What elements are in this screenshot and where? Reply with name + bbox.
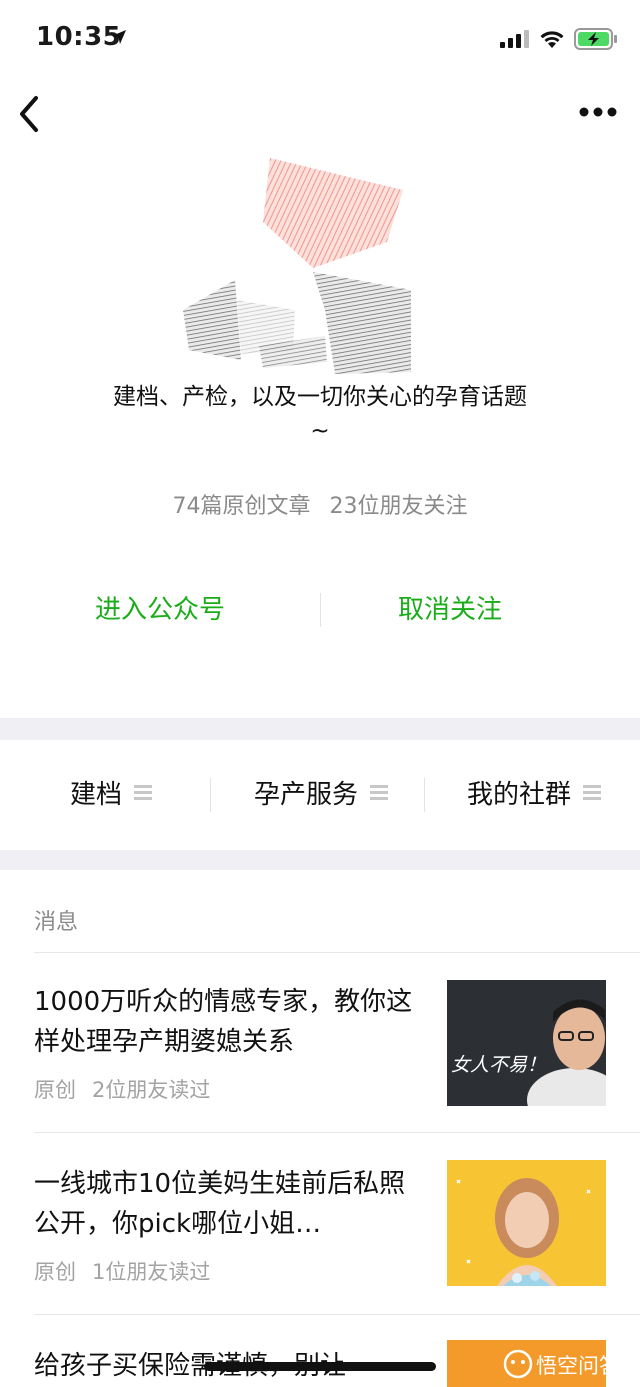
menu-item-label: 我的社群 [467,780,572,810]
menu-divider [210,778,211,812]
watermark-text: 悟空问答 [536,1354,620,1378]
messages-section: 消息 1000万听众的情感专家，教你这样处理孕产期婆媳关系 原创 2位朋友读过 女… [0,870,640,1387]
article-meta: 原创 2位朋友读过 [34,1074,226,1104]
article-item[interactable]: 一线城市10位美妈生娃前后私照公开，你pick哪位小姐… 原创 1位朋友读过 [0,1160,640,1314]
battery-charging-icon [574,28,617,50]
account-actions: 进入公众号 取消关注 [0,585,640,635]
original-articles-count: 74篇原创文章 [172,494,311,519]
account-description: 建档、产检，以及一切你关心的孕育话题 ~ [0,380,640,448]
menu-icon [583,784,602,801]
wifi-icon [540,31,564,48]
action-divider [320,593,321,627]
messages-title: 消息 [34,910,79,935]
status-time: 10:35 [36,22,122,52]
menu-icon [134,784,153,801]
friends-read: 2位朋友读过 [92,1078,211,1102]
back-chevron-icon[interactable] [14,92,44,136]
home-indicator[interactable] [204,1362,436,1371]
article-title: 一线城市10位美妈生娃前后私照公开，你pick哪位小姐… [34,1169,406,1239]
cellular-signal-icon [500,30,529,48]
location-arrow-icon [112,30,126,44]
menu-icon [370,784,389,801]
unfollow-button[interactable]: 取消关注 [330,585,570,635]
menu-divider [424,778,425,812]
section-separator [0,718,640,740]
description-line: 建档、产检，以及一切你关心的孕育话题 [113,384,527,410]
friends-read: 1位朋友读过 [92,1260,211,1284]
enter-account-button[interactable]: 进入公众号 [15,585,305,635]
menu-item-label: 建档 [70,780,123,810]
thumbnail-illustration [447,1160,606,1286]
divider [34,1314,640,1315]
friends-following-count: 23位朋友关注 [329,494,468,519]
menu-item-label: 孕产服务 [254,780,359,810]
thumbnail-caption: 女人不易！ [451,1054,547,1076]
wukong-logo-icon [503,1349,533,1379]
divider [34,952,640,953]
watermark: 悟空问答 [502,1346,632,1382]
menu-item-jiandang[interactable]: 建档 [70,740,153,850]
thumbnail-illustration [447,980,606,1106]
account-stats: 74篇原创文章 23位朋友关注 [0,488,640,520]
article-item[interactable]: 1000万听众的情感专家，教你这样处理孕产期婆媳关系 原创 2位朋友读过 女人不易… [0,980,640,1132]
more-options-icon[interactable] [578,104,618,120]
article-title: 1000万听众的情感专家，教你这样处理孕产期婆媳关系 [34,987,413,1057]
description-tilde: ~ [310,418,330,444]
original-tag: 原创 [34,1260,76,1284]
menu-item-maternity-services[interactable]: 孕产服务 [254,740,389,850]
original-tag: 原创 [34,1078,76,1102]
article-thumbnail: 女人不易！ [447,980,606,1106]
section-separator [0,850,640,870]
menu-item-my-community[interactable]: 我的社群 [467,740,602,850]
divider [34,1132,640,1133]
article-meta: 原创 1位朋友读过 [34,1256,226,1286]
status-bar: 10:35 [0,0,640,80]
article-thumbnail [447,1160,606,1286]
menu-bar: 建档 孕产服务 我的社群 [0,740,640,850]
account-logo [183,158,411,374]
